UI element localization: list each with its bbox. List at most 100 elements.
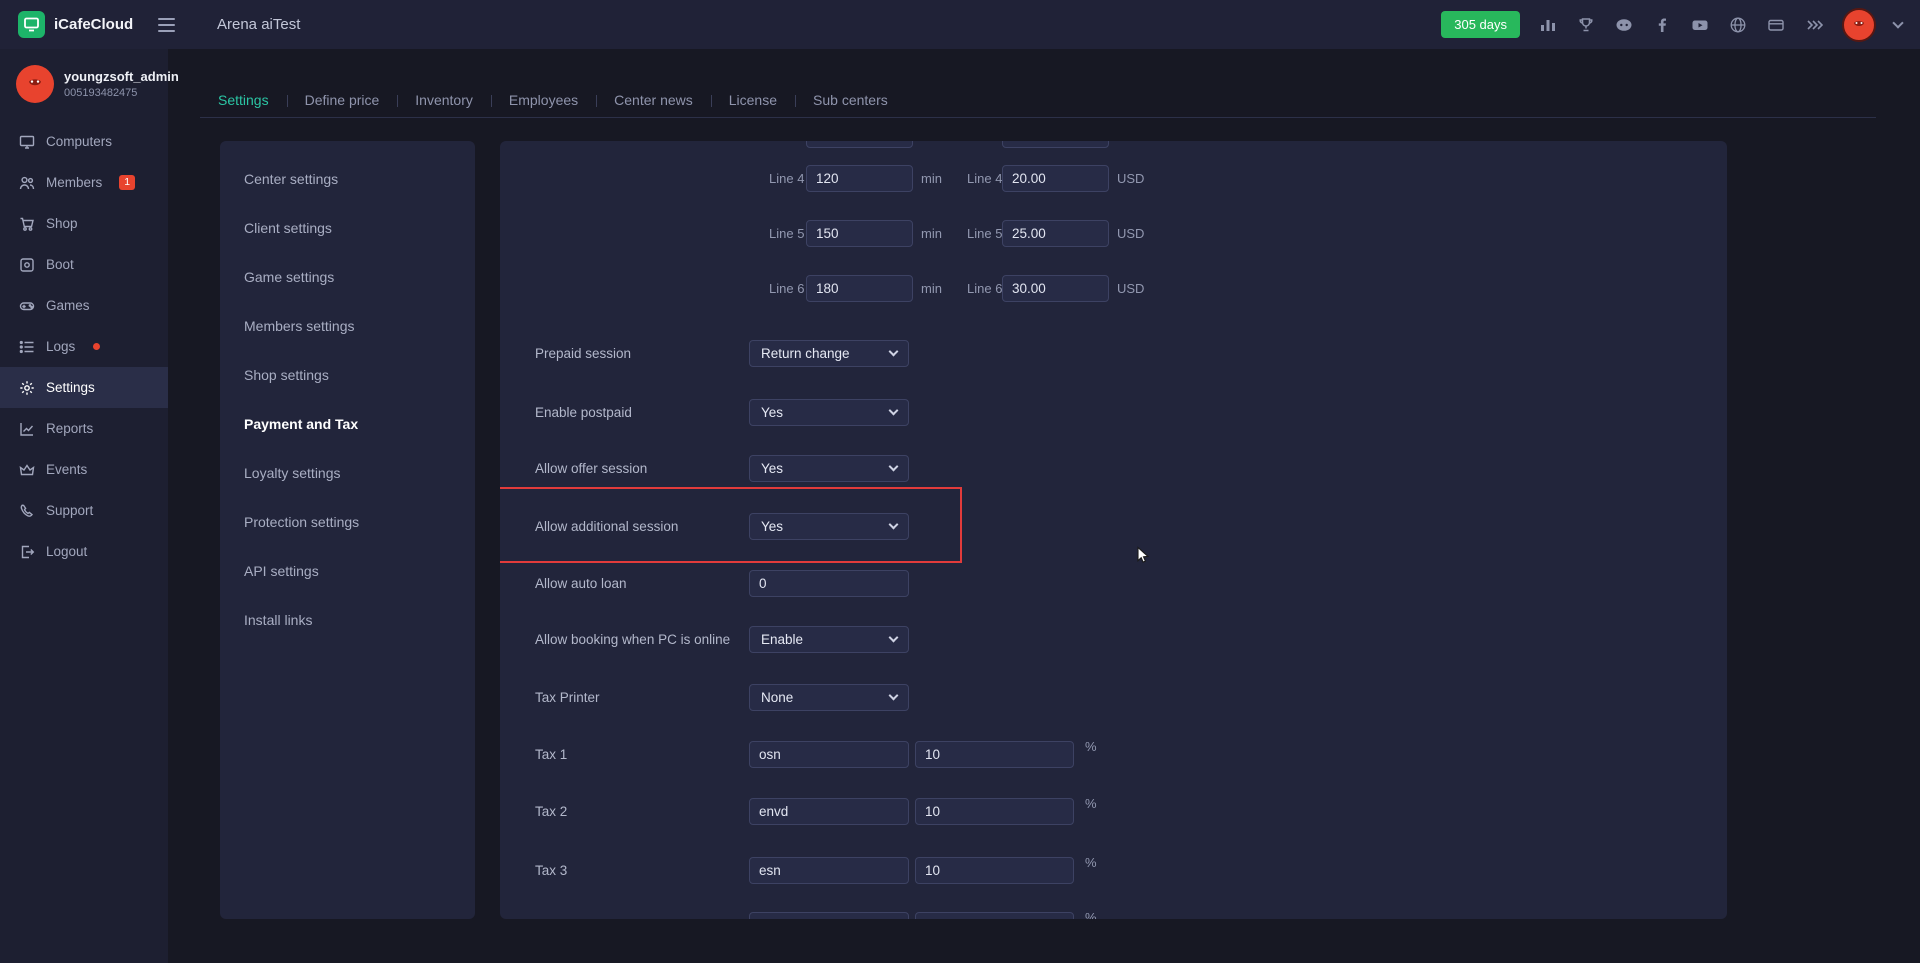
partial-top-usd-input[interactable]: [1002, 141, 1109, 148]
sidebar-item-members[interactable]: Members 1: [0, 162, 168, 203]
allow-additional-session-select[interactable]: Yes: [749, 513, 909, 540]
cart-icon: [19, 216, 35, 232]
tax3-rate-input[interactable]: [915, 857, 1074, 884]
tab-define-price[interactable]: Define price: [287, 85, 398, 117]
percent-unit-label: %: [1085, 849, 1097, 876]
tax1-name-input[interactable]: [749, 741, 909, 768]
payment-tax-form-panel[interactable]: Line 4 min Line 4 USD Line 5 min Line 5 …: [500, 141, 1727, 919]
wallet-icon[interactable]: [1766, 15, 1786, 35]
sidebar-avatar: [16, 65, 54, 103]
drive-icon: [19, 257, 35, 273]
tab-settings[interactable]: Settings: [200, 85, 287, 117]
sidebar-item-shop[interactable]: Shop: [0, 203, 168, 244]
partial-bottom-rate-input[interactable]: [915, 912, 1074, 919]
crown-icon: [19, 462, 35, 478]
field-label: Enable postpaid: [535, 399, 632, 426]
trophy-icon[interactable]: [1576, 15, 1596, 35]
percent-unit-label: %: [1085, 733, 1097, 760]
line6-usd-input[interactable]: [1002, 275, 1109, 302]
sidebar-user-block[interactable]: youngzsoft_admin 005193482475: [0, 49, 168, 121]
settings-nav-install-links[interactable]: Install links: [220, 596, 475, 645]
partial-top-min-input[interactable]: [806, 141, 913, 148]
youtube-icon[interactable]: [1690, 15, 1710, 35]
settings-nav-panel: Center settings Client settings Game set…: [220, 141, 475, 919]
sidebar-item-computers[interactable]: Computers: [0, 121, 168, 162]
phone-icon: [19, 503, 35, 519]
double-chevrons-icon[interactable]: [1804, 15, 1824, 35]
facebook-icon[interactable]: [1652, 15, 1672, 35]
prepaid-session-select[interactable]: Return change: [749, 340, 909, 367]
settings-nav-client-settings[interactable]: Client settings: [220, 204, 475, 253]
settings-nav-api-settings[interactable]: API settings: [220, 547, 475, 596]
tax1-rate-input[interactable]: [915, 741, 1074, 768]
sidebar-item-events[interactable]: Events: [0, 449, 168, 490]
field-label: Allow booking when PC is online: [535, 626, 730, 653]
form-row-tax1: Tax 1 %: [500, 741, 1727, 768]
gamepad-icon: [19, 298, 35, 314]
members-count-badge: 1: [119, 175, 135, 190]
allow-booking-select[interactable]: Enable: [749, 626, 909, 653]
settings-nav-payment-and-tax[interactable]: Payment and Tax: [220, 400, 475, 449]
gear-icon: [19, 380, 35, 396]
enable-postpaid-select[interactable]: Yes: [749, 399, 909, 426]
percent-unit-label: %: [1085, 904, 1097, 919]
tab-inventory[interactable]: Inventory: [397, 85, 491, 117]
tax-printer-select[interactable]: None: [749, 684, 909, 711]
min-unit-label: min: [921, 165, 942, 192]
sidebar-item-logout[interactable]: Logout: [0, 531, 168, 572]
settings-nav-center-settings[interactable]: Center settings: [220, 155, 475, 204]
chevron-down-icon: [889, 462, 899, 472]
settings-nav-members-settings[interactable]: Members settings: [220, 302, 475, 351]
brand[interactable]: iCafeCloud: [18, 11, 144, 38]
allow-auto-loan-input[interactable]: [749, 570, 909, 597]
settings-nav-shop-settings[interactable]: Shop settings: [220, 351, 475, 400]
globe-icon[interactable]: [1728, 15, 1748, 35]
topbar-right: 305 days: [1441, 8, 1902, 42]
sidebar-item-logs[interactable]: Logs: [0, 326, 168, 367]
tab-license[interactable]: License: [711, 85, 795, 117]
sidebar-item-settings[interactable]: Settings: [0, 367, 168, 408]
user-avatar[interactable]: [1842, 8, 1876, 42]
logs-alert-dot: [93, 343, 100, 350]
field-label: Tax 3: [535, 857, 567, 884]
line4-min-input[interactable]: [806, 165, 913, 192]
chevron-down-icon[interactable]: [1892, 17, 1903, 28]
tax2-name-input[interactable]: [749, 798, 909, 825]
tax3-name-input[interactable]: [749, 857, 909, 884]
stats-icon[interactable]: [1538, 15, 1558, 35]
field-label: Allow auto loan: [535, 570, 627, 597]
monitor-icon: [19, 134, 35, 150]
partial-bottom-name-input[interactable]: [749, 912, 909, 919]
usd-unit-label: USD: [1117, 275, 1144, 302]
percent-unit-label: %: [1085, 790, 1097, 817]
form-row-partial-bottom: %: [500, 912, 1727, 919]
license-days-badge[interactable]: 305 days: [1441, 11, 1520, 38]
hamburger-menu-icon[interactable]: [158, 18, 175, 32]
tab-center-news[interactable]: Center news: [596, 85, 711, 117]
logout-icon: [19, 544, 35, 560]
sidebar-item-reports[interactable]: Reports: [0, 408, 168, 449]
topbar: iCafeCloud Arena aiTest 305 days: [0, 0, 1920, 49]
tab-bar: Settings Define price Inventory Employee…: [200, 85, 1876, 118]
sidebar-item-boot[interactable]: Boot: [0, 244, 168, 285]
settings-nav-game-settings[interactable]: Game settings: [220, 253, 475, 302]
sidebar-item-games[interactable]: Games: [0, 285, 168, 326]
allow-offer-session-select[interactable]: Yes: [749, 455, 909, 482]
app-logo-icon: [18, 11, 45, 38]
chevron-down-icon: [889, 633, 899, 643]
sidebar-item-support[interactable]: Support: [0, 490, 168, 531]
line6-min-input[interactable]: [806, 275, 913, 302]
discord-icon[interactable]: [1614, 15, 1634, 35]
tab-employees[interactable]: Employees: [491, 85, 596, 117]
settings-nav-protection-settings[interactable]: Protection settings: [220, 498, 475, 547]
line5-usd-input[interactable]: [1002, 220, 1109, 247]
line5-min-input[interactable]: [806, 220, 913, 247]
settings-nav-loyalty-settings[interactable]: Loyalty settings: [220, 449, 475, 498]
form-row-allow-booking: Allow booking when PC is online Enable: [500, 626, 1727, 653]
tax2-rate-input[interactable]: [915, 798, 1074, 825]
line4-usd-input[interactable]: [1002, 165, 1109, 192]
min-unit-label: min: [921, 220, 942, 247]
tab-sub-centers[interactable]: Sub centers: [795, 85, 906, 117]
usd-unit-label: USD: [1117, 165, 1144, 192]
form-row-tax3: Tax 3 %: [500, 857, 1727, 884]
